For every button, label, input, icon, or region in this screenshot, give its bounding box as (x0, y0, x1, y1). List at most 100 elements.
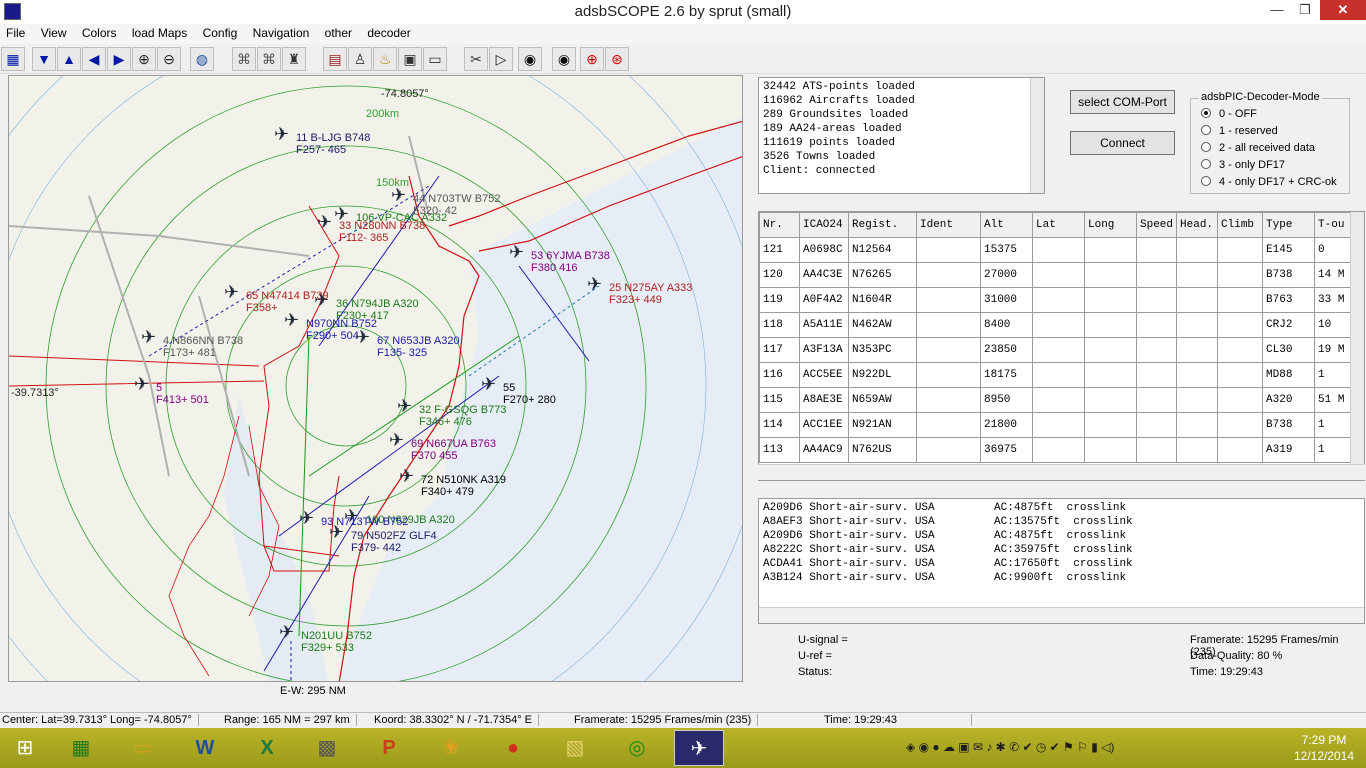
target2-icon[interactable]: ⊛ (605, 47, 629, 71)
table-vscrollbar[interactable] (1350, 212, 1364, 466)
aircraft-label[interactable]: 53 6YJMA B738 F380 416 (531, 250, 610, 274)
message-hscrollbar[interactable] (759, 607, 1364, 623)
clock[interactable]: 7:29 PM 12/12/2014 (1284, 732, 1364, 764)
mode-option-3[interactable]: 3 - only DF17 (1201, 159, 1285, 171)
menu-file[interactable]: File (0, 24, 31, 42)
log-scrollbar[interactable] (1030, 78, 1044, 193)
aircraft-label[interactable]: 69 N667UA B763 F370 455 (411, 438, 496, 462)
excel-icon[interactable]: X (242, 730, 292, 766)
presentation-icon[interactable]: P (364, 730, 414, 766)
chrome-icon[interactable]: ● (488, 730, 538, 766)
alarm-icon[interactable]: ♨ (373, 47, 397, 71)
column-header[interactable]: T-ou (1314, 212, 1356, 238)
network-icon[interactable]: ⌘ (232, 47, 256, 71)
column-header[interactable]: ICAO24 (799, 212, 849, 238)
tower-icon[interactable]: ♜ (282, 47, 306, 71)
menu-config[interactable]: Config (197, 24, 244, 42)
screen-icon[interactable]: ▣ (398, 47, 422, 71)
table-row[interactable]: 114 ACC1EE N921AN 21800 B738 1 (759, 412, 1356, 438)
folder-icon[interactable]: ▧ (550, 730, 600, 766)
mode-option-2[interactable]: 2 - all received data (1201, 142, 1315, 154)
radar-app-icon[interactable]: ◎ (612, 730, 662, 766)
aircraft-label[interactable]: 55 F270+ 280 (503, 382, 556, 406)
aircraft-icon[interactable]: ✈ (355, 328, 370, 346)
arrow-down-icon[interactable]: ▼ (32, 47, 56, 71)
table-row[interactable]: 113 AA4AC9 N762US 36975 A319 1 (759, 437, 1356, 463)
mode-option-1[interactable]: 1 - reserved (1201, 125, 1278, 137)
table-row[interactable]: 118 A5A11E N462AW 8400 CRJ2 10 (759, 312, 1356, 338)
remote-icon[interactable]: ▩ (302, 730, 352, 766)
aircraft-label[interactable]: 33 N280NN B738 F112- 365 (339, 220, 425, 244)
aircraft-icon[interactable]: ✈ (317, 213, 332, 231)
aircraft-label[interactable]: N201UU B752 F329+ 533 (301, 630, 372, 654)
aircraft-icon[interactable]: ✈ (509, 243, 524, 261)
word-icon[interactable]: W (180, 730, 230, 766)
play-icon[interactable]: ▷ (489, 47, 513, 71)
tray-icons[interactable]: ◈ ◉ ● ☁ ▣ ✉ ♪ ✱ ✆ ✔ ◷ ✔ ⚑ ⚐ ▮ ◁) (906, 740, 1114, 754)
aircraft-label[interactable]: 67 N653JB A320 F135- 325 (377, 335, 460, 359)
aircraft-icon[interactable]: ✈ (134, 375, 149, 393)
aircraft-label[interactable]: 11 B-LJG B748 F257- 465 (296, 132, 370, 156)
column-header[interactable]: Long (1084, 212, 1137, 238)
aircraft-label[interactable]: 25 N275AY A333 F323+ 449 (609, 282, 692, 306)
aircraft-icon[interactable]: ✈ (399, 467, 414, 485)
globe-icon[interactable]: ◍ (190, 47, 214, 71)
aircraft-icon[interactable]: ✈ (391, 186, 406, 204)
windows-start-icon[interactable]: ⊞ (0, 730, 50, 766)
table-row[interactable]: 117 A3F13A N353PC 23850 CL30 19 M (759, 337, 1356, 363)
status-log[interactable]: 32442 ATS-points loaded 116962 Aircrafts… (758, 77, 1045, 194)
column-header[interactable]: Climb (1217, 212, 1264, 238)
aircraft-icon[interactable]: ✈ (397, 397, 412, 415)
aircraft-icon[interactable]: ✈ (274, 125, 289, 143)
menu-colors[interactable]: Colors (76, 24, 123, 42)
column-header[interactable]: Lat (1032, 212, 1085, 238)
monitor-icon[interactable]: ▭ (423, 47, 447, 71)
column-header[interactable]: Nr. (759, 212, 800, 238)
aircraft-icon[interactable]: ✈ (329, 523, 344, 541)
aircraft-icon[interactable]: ✈ (224, 283, 239, 301)
aircraft-icon[interactable]: ✈ (279, 623, 294, 641)
column-header[interactable]: Regist. (848, 212, 917, 238)
column-header[interactable]: Head. (1176, 212, 1219, 238)
aircraft-label[interactable]: 32 F-GSQG B773 F346+ 476 (419, 404, 506, 428)
mode-option-0[interactable]: 0 - OFF (1201, 108, 1257, 120)
aircraft-icon[interactable]: ✈ (314, 291, 329, 309)
arrow-right-icon[interactable]: ▶ (107, 47, 131, 71)
table-row[interactable]: 121 A0698C N12564 15375 E145 0 (759, 237, 1356, 263)
minimize-button[interactable]: — (1262, 0, 1292, 20)
menu-decoder[interactable]: decoder (361, 24, 416, 42)
aircraft-label[interactable]: 79 N502FZ GLF4 F379- 442 (351, 530, 437, 554)
arrow-up-icon[interactable]: ▲ (57, 47, 81, 71)
aircraft-label[interactable]: 4 N866NN B738 F173+ 481 (163, 335, 243, 359)
aircraft-icon[interactable]: ✈ (587, 275, 602, 293)
close-button[interactable]: ✕ (1320, 0, 1366, 20)
zoom-in-icon[interactable]: ⊕ (132, 47, 156, 71)
aircraft-icon[interactable]: ✈ (481, 375, 496, 393)
aircraft-icon[interactable]: ✈ (141, 328, 156, 346)
beacon-icon[interactable]: ♙ (348, 47, 372, 71)
select-com-port-button[interactable]: select COM-Port (1070, 90, 1175, 114)
network2-icon[interactable]: ⌘ (257, 47, 281, 71)
zoom-out-icon[interactable]: ⊖ (157, 47, 181, 71)
radar2-icon[interactable]: ◉ (552, 47, 576, 71)
aircraft-label[interactable]: 72 N510NK A319 F340+ 479 (421, 474, 506, 498)
aircraft-icon[interactable]: ✈ (284, 311, 299, 329)
menu-load-maps[interactable]: load Maps (126, 24, 193, 42)
calculator-icon[interactable]: ▦ (56, 730, 106, 766)
aircraft-label[interactable]: 5 F413+ 501 (156, 382, 209, 406)
menu-navigation[interactable]: Navigation (247, 24, 316, 42)
column-header[interactable]: Alt (980, 212, 1033, 238)
connect-button[interactable]: Connect (1070, 131, 1175, 155)
radar-icon[interactable]: ◉ (518, 47, 542, 71)
adsbscope-icon[interactable]: ✈ (674, 730, 724, 766)
aircraft-table[interactable]: Nr. ICAO24 Regist. Ident Alt Lat Long Speed Head… (758, 211, 1365, 481)
table-row[interactable]: 119 A0F4A2 N1604R 31000 B763 33 M (759, 287, 1356, 313)
menu-view[interactable]: View (35, 24, 73, 42)
aircraft-icon[interactable]: ✈ (334, 205, 349, 223)
column-header[interactable]: Speed (1135, 212, 1178, 238)
tools-icon[interactable]: ✂ (464, 47, 488, 71)
chart-icon[interactable]: ▤ (323, 47, 347, 71)
file-explorer-icon[interactable]: ▭ (118, 730, 168, 766)
column-header[interactable]: Ident (916, 212, 981, 238)
menu-other[interactable]: other (319, 24, 358, 42)
